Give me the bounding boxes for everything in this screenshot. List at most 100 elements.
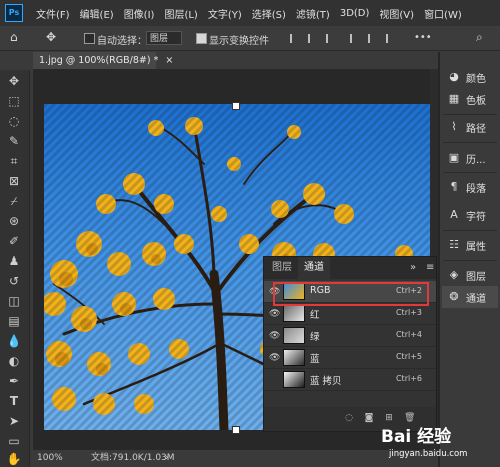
eyedropper-tool-icon[interactable]: ⌿ [6,194,22,208]
channel-thumbnail [283,305,305,322]
move-tool-icon[interactable]: ✥ [46,30,56,44]
dock-layers[interactable]: ◈ 图层 [442,264,498,286]
dock-paragraph[interactable]: ¶ 段落 [442,176,498,198]
properties-icon: ☷ [449,238,459,251]
baidu-watermark: Bai 经验 jingyan.baidu.com [375,422,500,467]
document-tab-title: 1.jpg @ 100%(RGB/8#) * [39,55,159,66]
channel-thumbnail [283,327,305,344]
align-right-icon[interactable] [326,34,337,43]
move-tool-icon[interactable]: ✥ [6,74,22,88]
visibility-eye-icon[interactable]: 👁 [269,331,280,341]
menu-image[interactable]: 图像(I) [119,6,160,21]
home-icon[interactable]: ⌂ [10,30,18,44]
dock-color[interactable]: ◕ 颜色 [442,66,498,88]
tab-layers[interactable]: 图层 [266,257,298,279]
history-brush-tool-icon[interactable]: ↺ [6,274,22,288]
load-selection-icon[interactable]: ◌ [344,413,354,423]
dock-separator [443,114,497,115]
photoshop-logo: Ps [5,4,23,22]
type-tool-icon[interactable]: T [6,394,22,408]
close-icon[interactable]: × [165,55,173,66]
character-icon: A [450,208,458,221]
menu-type[interactable]: 文字(Y) [203,6,247,21]
menu-bar: Ps 文件(F) 编辑(E) 图像(I) 图层(L) 文字(Y) 选择(S) 滤… [0,0,500,26]
save-selection-icon[interactable]: ◙ [364,413,374,423]
dock-properties[interactable]: ☷ 属性 [442,234,498,256]
more-options-icon[interactable]: ••• [414,32,432,43]
align-center-icon[interactable] [308,34,319,43]
align-top-icon[interactable] [350,34,361,43]
tool-bar: ✥ ⬚ ◌ ✎ ⌗ ⊠ ⌿ ⊛ ✐ ♟ ↺ ◫ ▤ 💧 ◐ ✒ T ➤ ▭ ✋ [0,70,30,467]
tab-channels[interactable]: 通道 [298,257,330,279]
dock-separator [443,172,497,173]
highlight-annotation [273,282,429,306]
watermark-url: jingyan.baidu.com [389,449,468,459]
transform-handle-top[interactable] [232,102,240,110]
align-middle-icon[interactable] [368,34,379,43]
menu-3d[interactable]: 3D(D) [335,8,375,19]
dock-swatches[interactable]: ▦ 色板 [442,88,498,110]
auto-select-dropdown[interactable]: 图层 [146,31,182,45]
menu-view[interactable]: 视图(V) [374,6,419,21]
stamp-tool-icon[interactable]: ♟ [6,254,22,268]
channel-thumbnail [283,349,305,366]
quick-select-tool-icon[interactable]: ✎ [6,134,22,148]
status-arrow-icon[interactable]: › [165,450,169,467]
options-bar: ⌂ ✥ 自动选择： 图层 显示变换控件 ••• ⌕ [0,26,500,51]
auto-select-label: 自动选择： [97,36,147,47]
menu-select[interactable]: 选择(S) [247,6,291,21]
gradient-tool-icon[interactable]: ▤ [6,314,22,328]
search-icon[interactable]: ⌕ [476,30,483,45]
crop-tool-icon[interactable]: ⌗ [6,154,22,168]
layers-icon: ◈ [449,268,459,281]
align-bottom-icon[interactable] [386,34,397,43]
document-info: 文档:791.0K/1.03M [91,453,175,463]
path-select-tool-icon[interactable]: ➤ [6,414,22,428]
eraser-tool-icon[interactable]: ◫ [6,294,22,308]
healing-tool-icon[interactable]: ⊛ [6,214,22,228]
shape-tool-icon[interactable]: ▭ [6,434,22,448]
channel-row-blue-copy[interactable]: 蓝 拷贝 Ctrl+6 [264,369,436,391]
dock-paths[interactable]: ⌇ 路径 [442,116,498,138]
channel-row-red[interactable]: 👁 红 Ctrl+3 [264,303,436,325]
dock-character[interactable]: A 字符 [442,204,498,226]
menu-layer[interactable]: 图层(L) [159,6,202,21]
transform-handle-bottom[interactable] [232,426,240,434]
brush-tool-icon[interactable]: ✐ [6,234,22,248]
channel-row-blue[interactable]: 👁 蓝 Ctrl+5 [264,347,436,369]
align-left-icon[interactable] [290,34,301,43]
show-transform-checkbox[interactable] [196,33,207,44]
auto-select-checkbox[interactable] [84,33,95,44]
zoom-level[interactable]: 100% [37,450,63,467]
hand-tool-icon[interactable]: ✋ [6,452,22,466]
frame-tool-icon[interactable]: ⊠ [6,174,22,188]
dock-channels[interactable]: ❂ 通道 [442,286,498,308]
panel-dock: ◕ 颜色 ▦ 色板 ⌇ 路径 ▣ 历... ¶ 段落 A 字符 ☷ 属性 ◈ 图… [440,52,500,467]
blur-tool-icon[interactable]: 💧 [6,334,22,348]
marquee-tool-icon[interactable]: ⬚ [6,94,22,108]
menu-window[interactable]: 窗口(W) [419,6,467,21]
dock-history[interactable]: ▣ 历... [442,147,498,169]
dock-separator [443,230,497,231]
channels-icon: ❂ [449,290,459,303]
visibility-eye-icon[interactable]: 👁 [269,309,280,319]
pen-tool-icon[interactable]: ✒ [6,374,22,388]
history-icon: ▣ [448,151,460,164]
paths-icon: ⌇ [451,120,457,133]
visibility-eye-icon[interactable]: 👁 [269,353,280,363]
dock-separator [443,260,497,261]
watermark-main-text: Bai 经验 [381,427,452,447]
channel-thumbnail [283,371,305,388]
menu-filter[interactable]: 滤镜(T) [291,6,335,21]
paragraph-icon: ¶ [450,180,458,193]
swatches-icon: ▦ [448,92,460,105]
channels-panel-tabs: 图层 通道 » ≡ [264,257,436,279]
menu-edit[interactable]: 编辑(E) [75,6,119,21]
palette-icon: ◕ [449,70,459,83]
menu-file[interactable]: 文件(F) [31,6,75,21]
lasso-tool-icon[interactable]: ◌ [6,114,22,128]
document-tab[interactable]: 1.jpg @ 100%(RGB/8#) * × [33,52,173,69]
panel-menu-icon[interactable]: ≡ [420,257,440,279]
dodge-tool-icon[interactable]: ◐ [6,354,22,368]
channel-row-green[interactable]: 👁 绿 Ctrl+4 [264,325,436,347]
